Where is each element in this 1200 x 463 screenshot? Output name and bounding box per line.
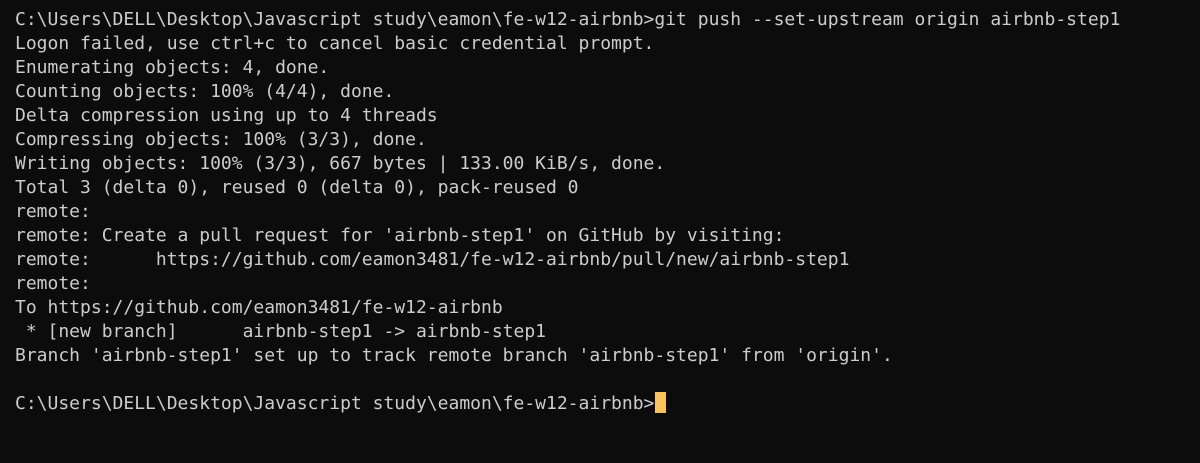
terminal-line: remote: Create a pull request for 'airbn… bbox=[15, 225, 785, 246]
terminal-line: Branch 'airbnb-step1' set up to track re… bbox=[15, 345, 893, 366]
text-cursor bbox=[655, 392, 667, 413]
terminal-line: Delta compression using up to 4 threads bbox=[15, 105, 438, 126]
terminal-line: Writing objects: 100% (3/3), 667 bytes |… bbox=[15, 153, 666, 174]
terminal-line: * [new branch] airbnb-step1 -> airbnb-st… bbox=[15, 321, 547, 342]
terminal-line: C:\Users\DELL\Desktop\Javascript study\e… bbox=[15, 9, 1121, 30]
terminal-line: remote: https://github.com/eamon3481/fe-… bbox=[15, 249, 850, 270]
terminal-line: remote: bbox=[15, 201, 91, 222]
terminal-line: remote: bbox=[15, 273, 91, 294]
terminal-line: Compressing objects: 100% (3/3), done. bbox=[15, 129, 427, 150]
command-prompt: C:\Users\DELL\Desktop\Javascript study\e… bbox=[15, 393, 655, 414]
terminal-line: Logon failed, use ctrl+c to cancel basic… bbox=[15, 33, 655, 54]
command-prompt-line[interactable]: C:\Users\DELL\Desktop\Javascript study\e… bbox=[15, 392, 1200, 416]
terminal-line: Total 3 (delta 0), reused 0 (delta 0), p… bbox=[15, 177, 579, 198]
terminal-line: Counting objects: 100% (4/4), done. bbox=[15, 81, 395, 102]
terminal-line: To https://github.com/eamon3481/fe-w12-a… bbox=[15, 297, 503, 318]
terminal-window[interactable]: C:\Users\DELL\Desktop\Javascript study\e… bbox=[0, 0, 1200, 463]
terminal-line: Enumerating objects: 4, done. bbox=[15, 57, 330, 78]
